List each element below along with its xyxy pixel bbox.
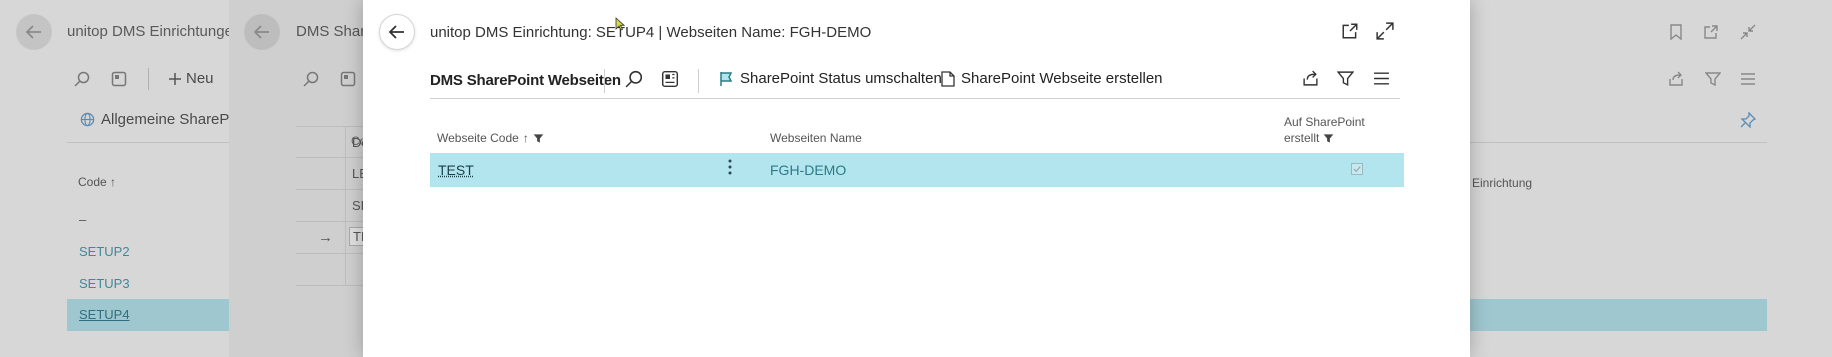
list-icon[interactable]	[1740, 71, 1756, 87]
search-icon[interactable]	[303, 71, 319, 87]
filter-icon[interactable]	[1705, 71, 1721, 87]
more-vertical-icon[interactable]	[728, 159, 732, 175]
flag-icon	[718, 71, 734, 87]
row-pointer-icon: →	[318, 229, 333, 246]
new-label: Neu	[186, 70, 214, 87]
toolbar-separator	[148, 68, 149, 90]
column-header-created[interactable]: Auf SharePoint erstellt	[1284, 115, 1365, 145]
page-icon	[941, 70, 955, 87]
popout-icon[interactable]	[1341, 22, 1359, 40]
webseiten-name-cell: FGH-DEMO	[770, 162, 847, 178]
expand-icon[interactable]	[1376, 22, 1394, 40]
filter-icon	[1323, 133, 1334, 144]
mouse-cursor-icon	[615, 17, 625, 31]
back-arrow-icon	[253, 25, 269, 39]
globe-icon	[80, 112, 95, 127]
search-icon[interactable]	[625, 70, 643, 88]
toolbar-separator	[698, 69, 699, 93]
filter-icon[interactable]	[1337, 70, 1354, 87]
page-title: DMS SharePoint Webseiten	[430, 72, 621, 89]
back-button[interactable]	[244, 14, 280, 50]
share-icon[interactable]	[1668, 71, 1684, 87]
column-header-code[interactable]: Code ↑	[78, 175, 116, 189]
plus-icon	[168, 72, 182, 86]
share-icon[interactable]	[1302, 70, 1319, 87]
view-icon[interactable]	[340, 71, 356, 87]
dialog-title: unitop DMS Einrichtung: SETUP4 | Webseit…	[430, 24, 872, 41]
sort-ascending-icon: ↑	[522, 131, 529, 145]
view-icon[interactable]	[661, 70, 679, 88]
toggle-sharepoint-status-button[interactable]: SharePoint Status umschalten	[718, 70, 942, 87]
create-sharepoint-site-button[interactable]: SharePoint Webseite erstellen	[941, 70, 1163, 87]
column-header-name[interactable]: Webseiten Name	[770, 131, 862, 145]
back-arrow-icon	[25, 25, 41, 39]
toggle-sharepoint-status-label: SharePoint Status umschalten	[740, 70, 942, 87]
list-icon[interactable]	[1373, 70, 1390, 87]
back-button[interactable]	[16, 14, 52, 50]
sharepoint-sites-dialog: unitop DMS Einrichtung: SETUP4 | Webseit…	[363, 0, 1470, 357]
toolbar-separator	[604, 69, 605, 93]
create-sharepoint-site-label: SharePoint Webseite erstellen	[961, 70, 1163, 87]
general-sharepoint-button[interactable]: Allgemeine SharePoint	[80, 111, 254, 128]
back-button[interactable]	[379, 14, 415, 50]
webseite-code-cell[interactable]: TEST	[438, 162, 474, 178]
created-checkbox[interactable]	[1351, 163, 1363, 175]
table-row[interactable]: TEST FGH-DEMO	[430, 153, 1404, 187]
collapse-icon[interactable]	[1740, 24, 1756, 40]
page-title: unitop DMS Einrichtungen	[67, 23, 242, 40]
toolbar: DMS SharePoint Webseiten SharePoint Stat…	[430, 66, 1400, 99]
pin-icon[interactable]	[1740, 112, 1756, 128]
bookmark-icon[interactable]	[1669, 24, 1683, 40]
filter-icon	[533, 133, 544, 144]
column-header-code[interactable]: Webseite Code ↑	[437, 131, 544, 145]
back-arrow-icon	[388, 25, 404, 39]
page-title: DMS Share	[296, 23, 374, 40]
new-button[interactable]: Neu	[168, 70, 214, 87]
popout-icon[interactable]	[1703, 24, 1719, 40]
search-icon[interactable]	[74, 71, 90, 87]
column-header-einrichtung[interactable]: Einrichtung	[1472, 176, 1532, 190]
view-icon[interactable]	[111, 71, 127, 87]
